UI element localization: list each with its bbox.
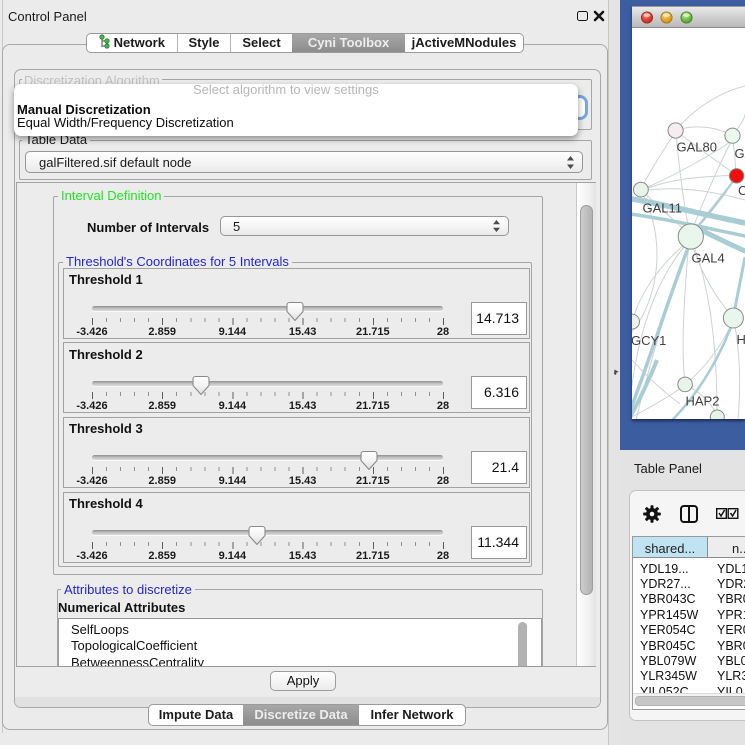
svg-text:GAL: GAL (735, 146, 745, 161)
svg-text:H: H (737, 332, 745, 347)
svg-text:GCY1: GCY1 (632, 333, 666, 348)
svg-text:GAL80: GAL80 (677, 140, 717, 155)
svg-text:GAL11: GAL11 (643, 201, 683, 216)
svg-text:GAL4: GAL4 (692, 251, 725, 266)
svg-text:C: C (738, 183, 745, 198)
svg-text:HAP2: HAP2 (686, 394, 720, 409)
